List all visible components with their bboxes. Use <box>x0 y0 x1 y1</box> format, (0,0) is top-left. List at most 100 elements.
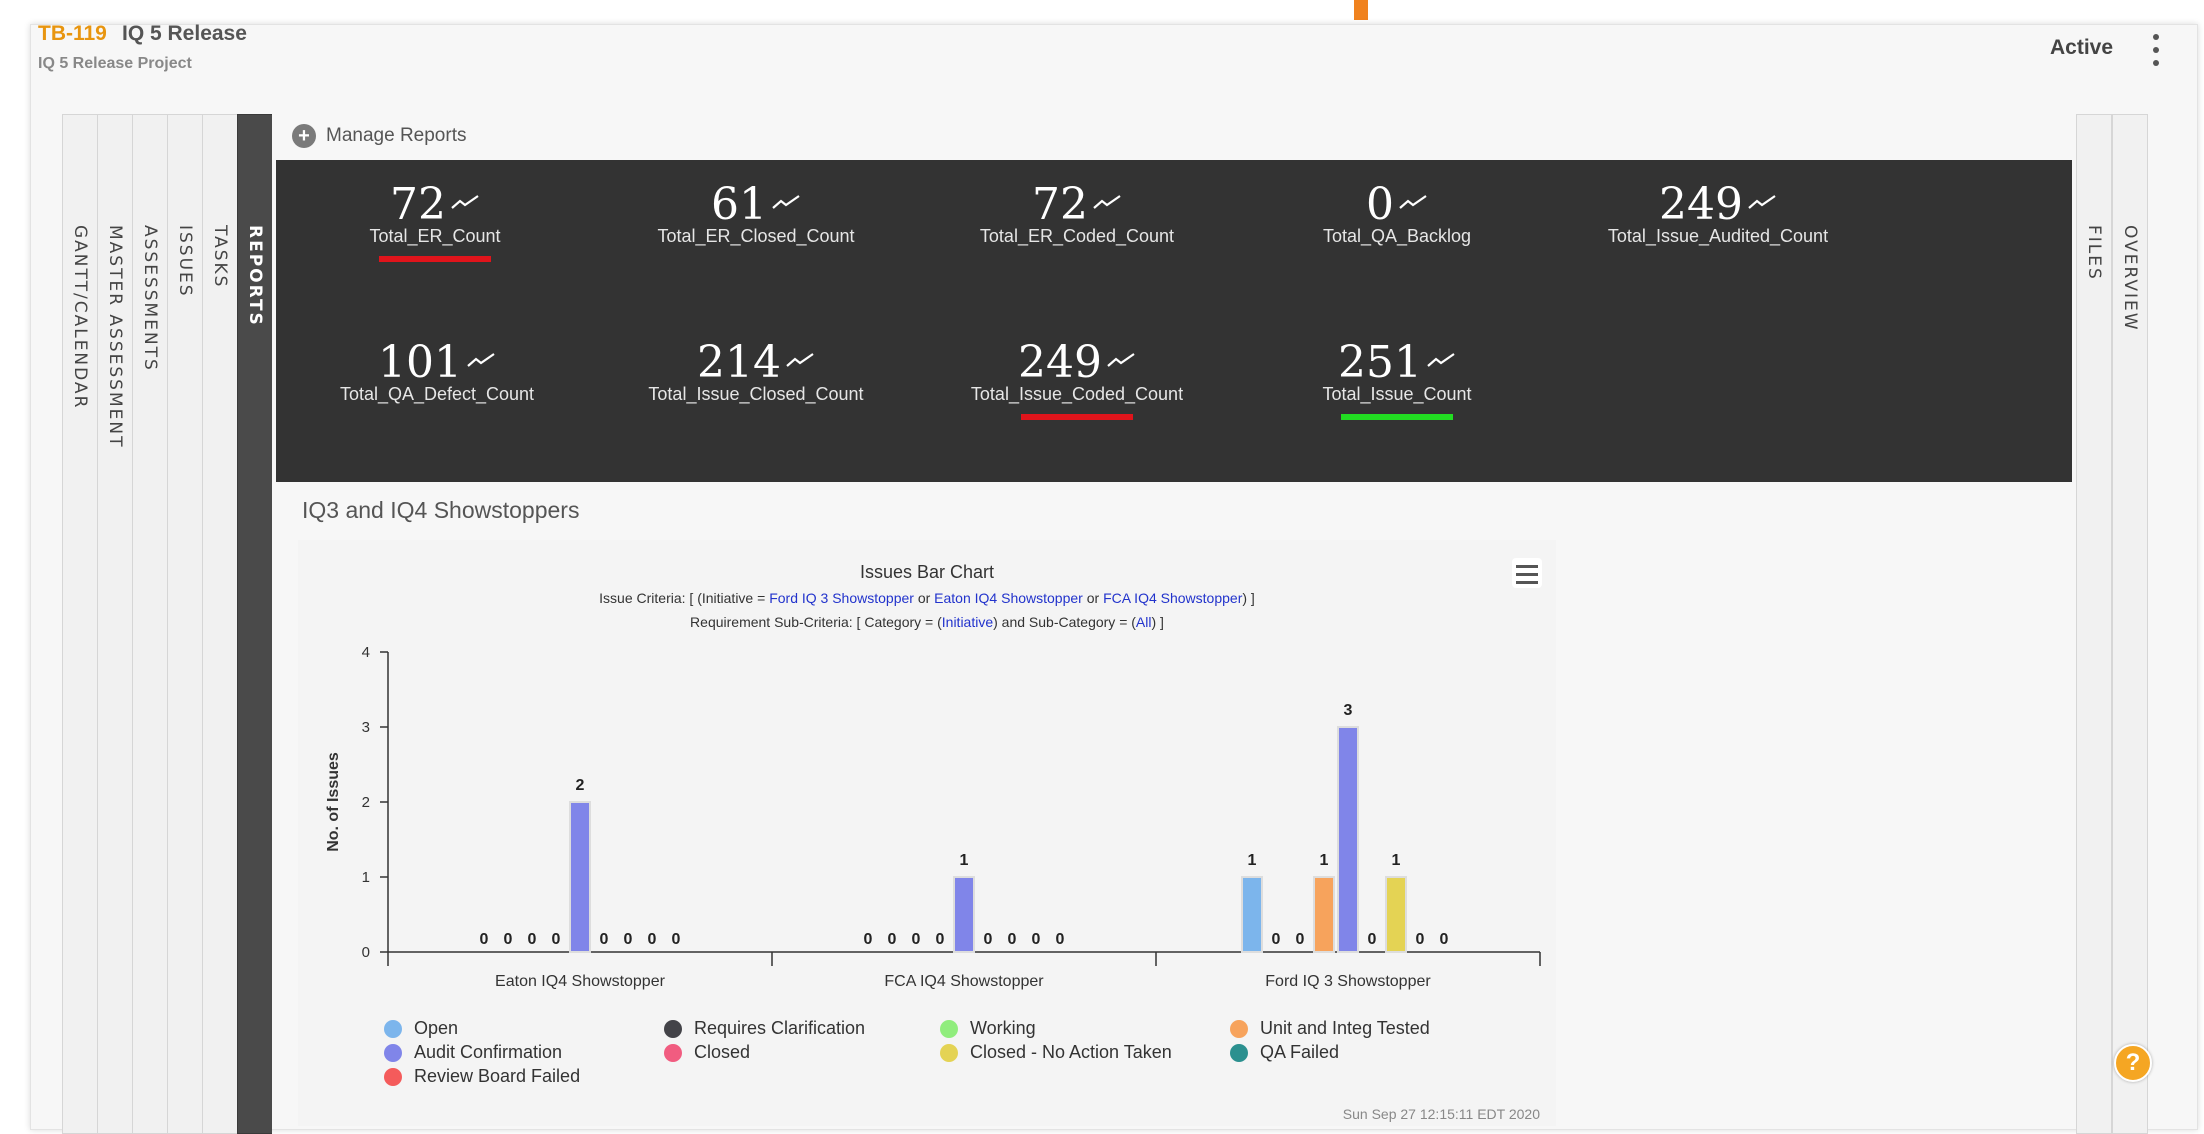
x-tick-label: Ford IQ 3 Showstopper <box>1265 973 1431 990</box>
data-label: 1 <box>960 852 969 869</box>
legend-item[interactable]: Audit Confirmation <box>384 1042 664 1063</box>
legend-item[interactable]: Unit and Integ Tested <box>1230 1018 1480 1039</box>
legend-dot-icon <box>664 1043 682 1062</box>
manage-reports-button[interactable]: + Manage Reports <box>292 124 466 148</box>
data-label: 0 <box>912 931 921 948</box>
tab-label: GANTT/CALENDAR <box>70 225 90 410</box>
trend-icon <box>1093 195 1121 209</box>
legend-label: Closed <box>694 1042 751 1062</box>
add-circle-icon: + <box>292 124 316 148</box>
more-options-icon[interactable] <box>2150 34 2162 66</box>
trend-icon <box>1427 353 1455 367</box>
kpi-total-qa-defect-count[interactable]: 101 Total_QA_Defect_Count <box>287 338 587 405</box>
tab-assessments[interactable]: ASSESSMENTS <box>132 114 167 1134</box>
legend-dot-icon <box>1230 1043 1248 1062</box>
y-tick-label: 1 <box>362 869 370 886</box>
tab-label: ASSESSMENTS <box>140 225 160 372</box>
bar <box>1385 876 1407 953</box>
data-label: 0 <box>552 931 561 948</box>
kpi-total-issue-audited-count[interactable]: 249 Total_Issue_Audited_Count <box>1568 180 1868 247</box>
data-label: 2 <box>576 777 585 794</box>
trend-icon <box>1399 195 1427 209</box>
kpi-number: 214 <box>697 337 781 388</box>
kpi-label: Total_ER_Count <box>369 226 501 246</box>
data-label: 3 <box>1344 702 1353 719</box>
right-tab-bar: FILES OVERVIEW <box>2076 114 2148 1134</box>
legend-item[interactable]: Working <box>940 1018 1230 1039</box>
trend-icon <box>467 353 495 367</box>
kpi-underline <box>379 256 491 262</box>
tab-tasks[interactable]: TASKS <box>202 114 237 1134</box>
kpi-number: 249 <box>1018 337 1102 388</box>
y-axis-label: No. of Issues <box>325 752 342 852</box>
legend-label: QA Failed <box>1260 1042 1340 1062</box>
chart-menu-icon[interactable] <box>1512 558 1542 588</box>
tab-gantt-calendar[interactable]: GANTT/CALENDAR <box>62 114 97 1134</box>
legend-dot-icon <box>1230 1019 1248 1038</box>
legend-item[interactable]: Review Board Failed <box>384 1066 664 1087</box>
kpi-total-er-coded-count[interactable]: 72 Total_ER_Coded_Count <box>927 180 1227 247</box>
kpi-total-issue-coded-count[interactable]: 249 Total_Issue_Coded_Count <box>927 338 1227 405</box>
legend-item[interactable]: Requires Clarification <box>664 1018 940 1039</box>
data-label: 0 <box>624 931 633 948</box>
data-label: 0 <box>1440 931 1449 948</box>
kpi-total-issue-count[interactable]: 251 Total_Issue_Count <box>1247 338 1547 405</box>
kpi-total-issue-closed-count[interactable]: 214 Total_Issue_Closed_Count <box>606 338 906 405</box>
chart-timestamp: Sun Sep 27 12:15:11 EDT 2020 <box>1342 1106 1540 1122</box>
legend-item[interactable]: Open <box>384 1018 664 1039</box>
legend-dot-icon <box>384 1043 402 1062</box>
manage-reports-label: Manage Reports <box>326 125 467 146</box>
criteria-link[interactable]: Initiative <box>942 614 993 630</box>
tab-label: REPORTS <box>245 225 265 327</box>
trend-icon <box>1748 195 1776 209</box>
tab-overview[interactable]: OVERVIEW <box>2112 114 2148 1134</box>
legend-dot-icon <box>940 1019 958 1038</box>
kpi-total-qa-backlog[interactable]: 0 Total_QA_Backlog <box>1247 180 1547 247</box>
data-label: 0 <box>1008 931 1017 948</box>
kpi-label: Total_QA_Defect_Count <box>339 384 535 404</box>
trend-icon <box>1107 353 1135 367</box>
tab-label: FILES <box>2084 225 2104 281</box>
data-label: 0 <box>1272 931 1281 948</box>
legend-label: Audit Confirmation <box>414 1042 563 1062</box>
tab-master-assessment[interactable]: MASTER ASSESSMENT <box>97 114 132 1134</box>
kpi-label: Total_QA_Backlog <box>1322 226 1472 246</box>
tab-issues[interactable]: ISSUES <box>167 114 202 1134</box>
project-id[interactable]: TB-119 <box>38 22 107 46</box>
legend-item[interactable]: Closed - No Action Taken <box>940 1042 1230 1063</box>
criteria-text: or <box>913 590 935 606</box>
kpi-value: 61 <box>711 180 801 230</box>
data-label: 0 <box>984 931 993 948</box>
kpi-value: 72 <box>390 180 480 230</box>
data-label: 0 <box>504 931 513 948</box>
tab-files[interactable]: FILES <box>2076 114 2112 1134</box>
tab-reports[interactable]: REPORTS <box>237 114 272 1134</box>
legend-item[interactable]: Closed <box>664 1042 940 1063</box>
kpi-label: Total_Issue_Closed_Count <box>648 384 864 404</box>
legend-item[interactable]: QA Failed <box>1230 1042 1480 1063</box>
data-label: 0 <box>1416 931 1425 948</box>
help-icon[interactable]: ? <box>2114 1044 2152 1082</box>
kpi-value: 249 <box>1659 180 1777 230</box>
kpi-label: Total_Issue_Count <box>1322 384 1472 404</box>
legend-label: Unit and Integ Tested <box>1260 1018 1430 1038</box>
kpi-number: 61 <box>711 179 767 230</box>
kpi-number: 0 <box>1366 179 1394 230</box>
kpi-value: 0 <box>1366 180 1428 230</box>
criteria-link[interactable]: FCA IQ4 Showstopper <box>1103 590 1242 606</box>
criteria-link[interactable]: Eaton IQ4 Showstopper <box>934 590 1083 606</box>
kpi-total-er-closed-count[interactable]: 61 Total_ER_Closed_Count <box>606 180 906 247</box>
kpi-underline <box>1341 414 1453 420</box>
data-label: 0 <box>672 931 681 948</box>
criteria-text: ) ] <box>1151 614 1164 630</box>
trend-icon <box>786 353 814 367</box>
kpi-value: 72 <box>1032 180 1122 230</box>
tab-label: ISSUES <box>175 225 195 298</box>
chart-subtitle-criteria: Issue Criteria: [ (Initiative = Ford IQ … <box>298 590 1556 606</box>
criteria-link[interactable]: All <box>1136 614 1152 630</box>
criteria-link[interactable]: Ford IQ 3 Showstopper <box>769 590 914 606</box>
status-label[interactable]: Active <box>2050 36 2113 60</box>
y-tick-label: 0 <box>362 944 370 961</box>
kpi-number: 72 <box>1032 179 1088 230</box>
kpi-total-er-count[interactable]: 72 Total_ER_Count <box>285 180 585 247</box>
